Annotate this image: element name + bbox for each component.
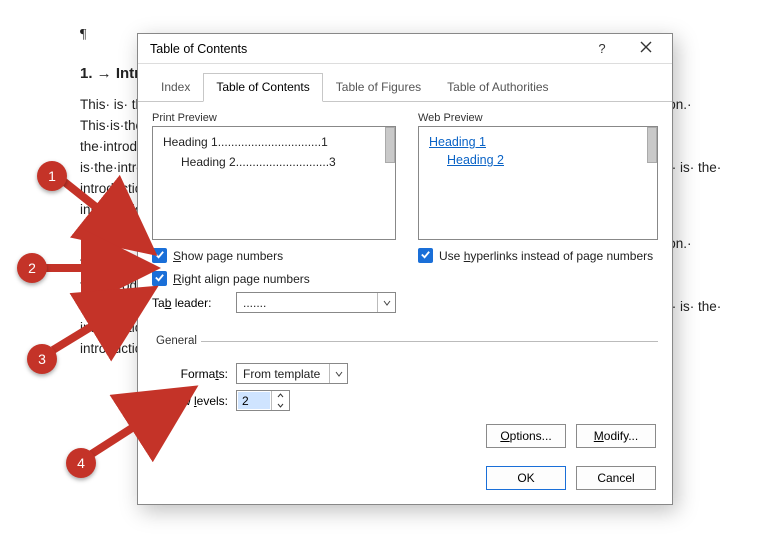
annotation-badge-3: 3 xyxy=(27,344,57,374)
annotation-arrows xyxy=(0,0,775,559)
annotation-badge-4: 4 xyxy=(66,448,96,478)
annotation-badge-2: 2 xyxy=(17,253,47,283)
annotation-badge-1: 1 xyxy=(37,161,67,191)
